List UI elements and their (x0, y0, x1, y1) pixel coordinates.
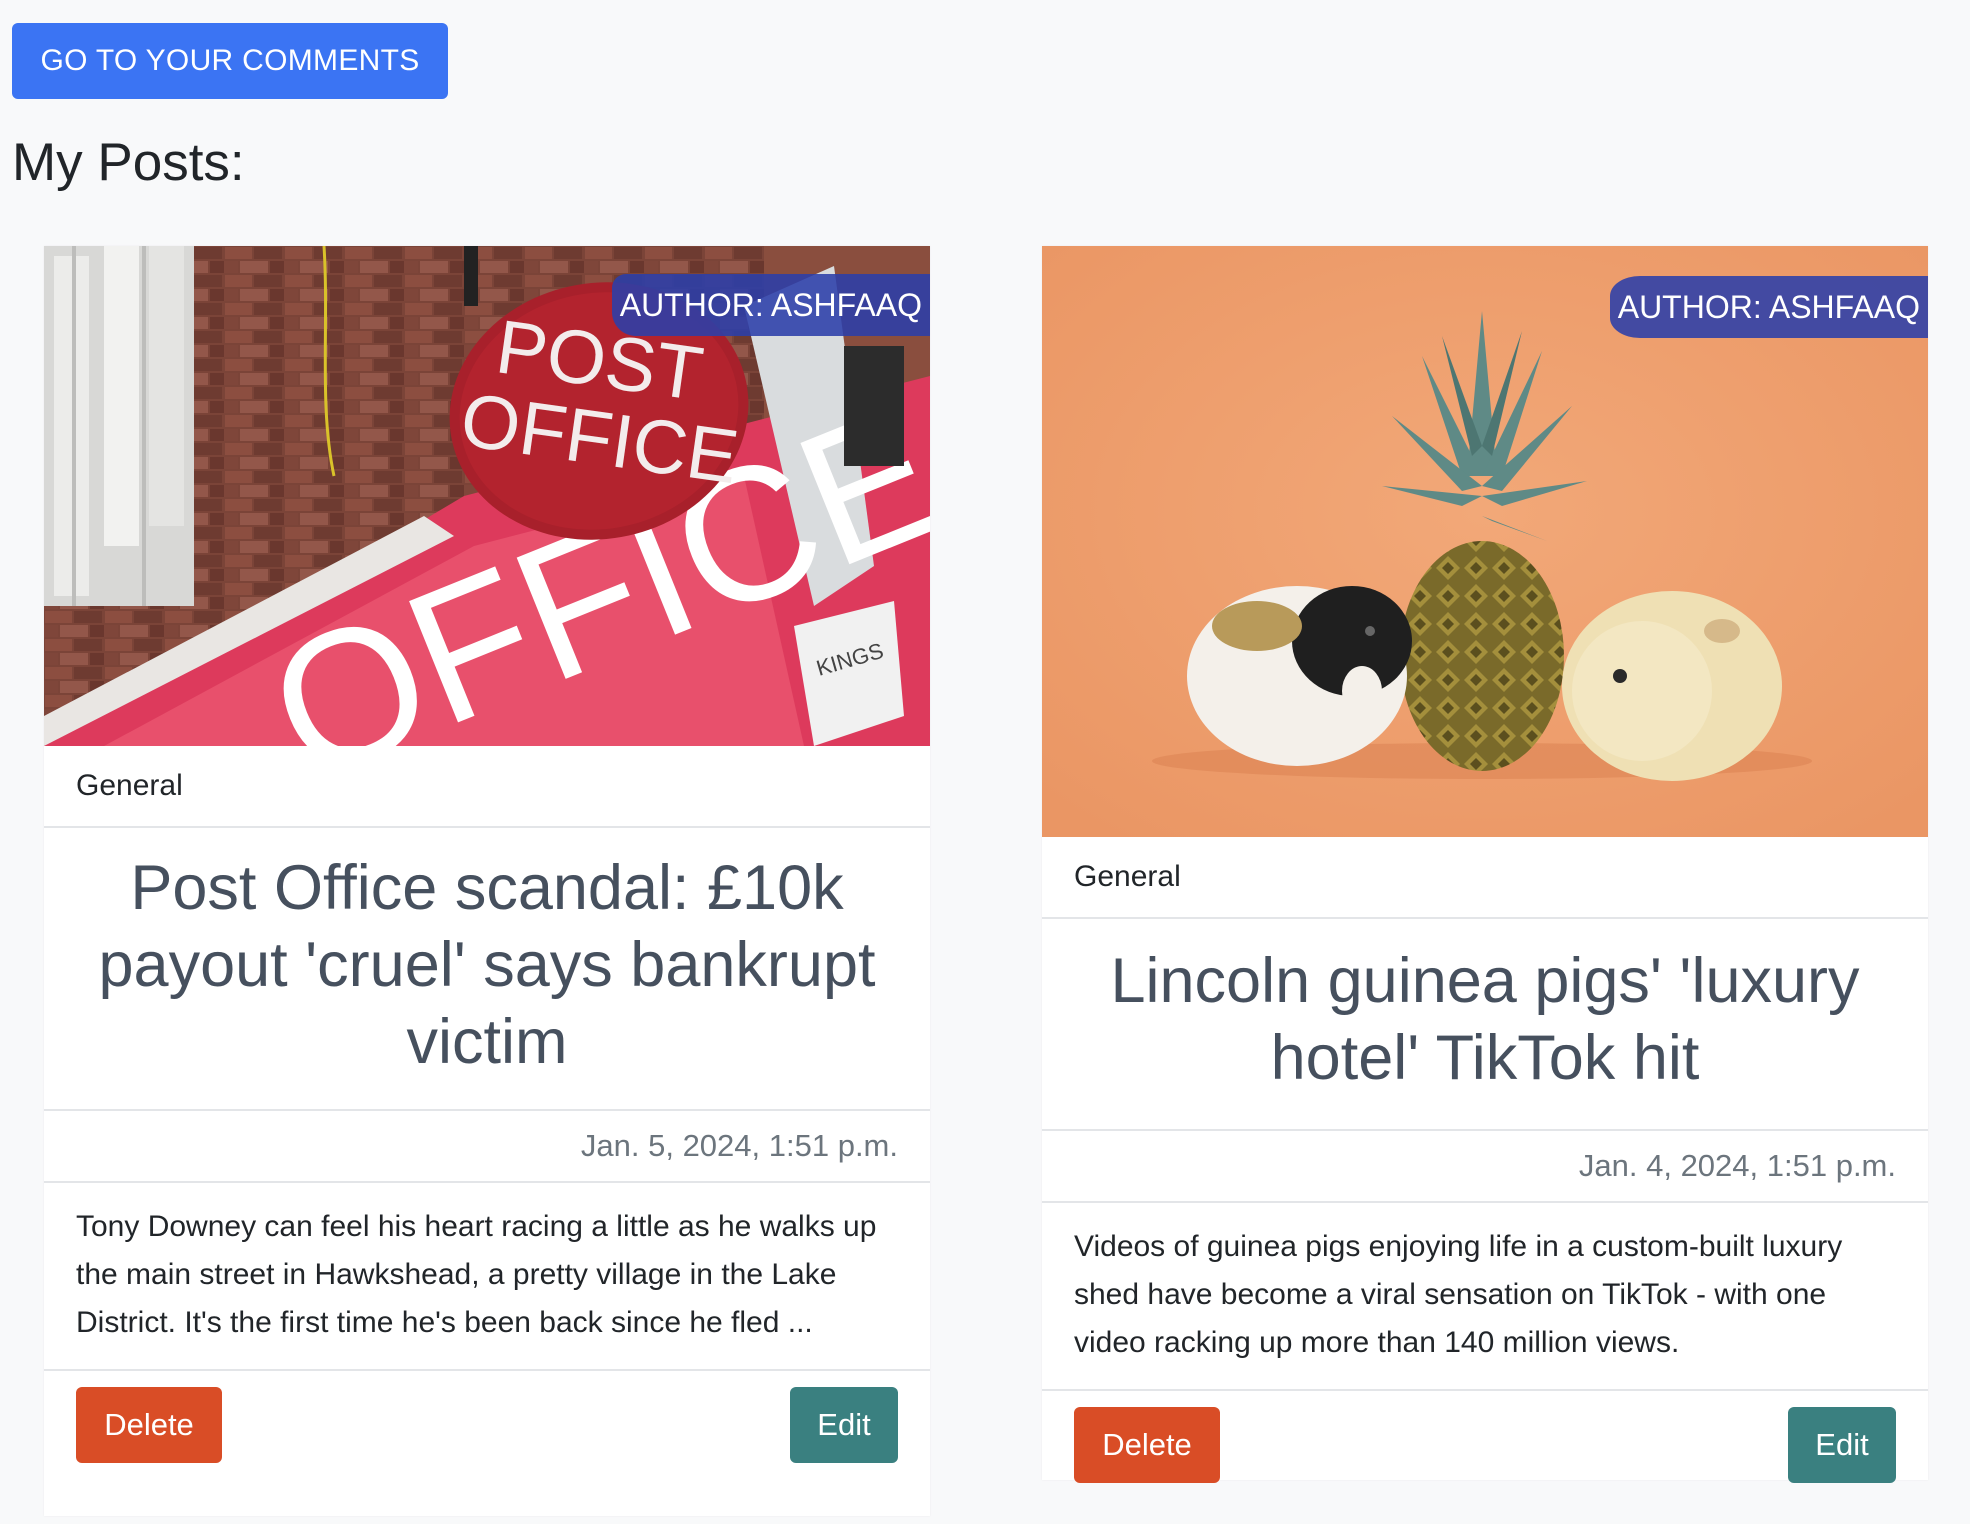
post-actions: Delete Edit (44, 1371, 930, 1479)
author-badge: AUTHOR: ASHFAAQ (611, 274, 930, 336)
post-date: Jan. 5, 2024, 1:51 p.m. (44, 1111, 930, 1183)
edit-button[interactable]: Edit (1788, 1407, 1896, 1483)
page-title: My Posts: (12, 133, 245, 192)
post-excerpt: Videos of guinea pigs enjoying life in a… (1042, 1203, 1928, 1391)
post-card: OFFICE POST OFFICE KINGS AUTHOR: ASHFAAQ… (44, 246, 930, 1516)
post-title[interactable]: Post Office scandal: £10k payout 'cruel'… (44, 828, 930, 1111)
post-actions: Delete Edit (1042, 1391, 1928, 1499)
edit-button[interactable]: Edit (790, 1387, 898, 1463)
author-badge: AUTHOR: ASHFAAQ (1609, 276, 1928, 338)
post-title[interactable]: Lincoln guinea pigs' 'luxury hotel' TikT… (1042, 919, 1928, 1131)
post-excerpt: Tony Downey can feel his heart racing a … (44, 1183, 930, 1371)
delete-button[interactable]: Delete (1074, 1407, 1220, 1483)
post-image: AUTHOR: ASHFAAQ (1042, 246, 1928, 837)
comments-button[interactable]: GO TO YOUR COMMENTS (12, 23, 448, 99)
post-date: Jan. 4, 2024, 1:51 p.m. (1042, 1131, 1928, 1203)
post-category: General (1042, 837, 1928, 919)
post-card: AUTHOR: ASHFAAQ General Lincoln guinea p… (1042, 246, 1928, 1483)
post-image: OFFICE POST OFFICE KINGS AUTHOR: ASHFAAQ (44, 246, 930, 746)
delete-button[interactable]: Delete (76, 1387, 222, 1463)
post-category: General (44, 746, 930, 828)
